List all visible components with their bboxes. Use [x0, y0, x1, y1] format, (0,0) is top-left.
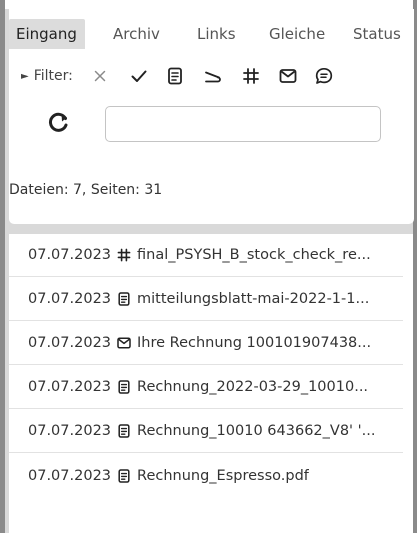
file-name: Rechnung_Espresso.pdf [137, 467, 309, 484]
file-date: 07.07.2023 [28, 379, 112, 395]
tab-status[interactable]: Status [353, 19, 401, 49]
file-date: 07.07.2023 [28, 291, 112, 307]
document-icon [118, 468, 130, 483]
mail-icon[interactable] [278, 66, 298, 86]
file-name: Rechnung_10010 643662_V8' '... [137, 423, 376, 439]
file-row[interactable]: 07.07.2023 final_PSYSH_B_stock_check_re.… [9, 234, 403, 277]
mail-icon [117, 337, 131, 349]
tab-gleiche[interactable]: Gleiche [269, 19, 325, 49]
tab-eingang[interactable]: Eingang [9, 19, 85, 49]
triangle-right-icon: ► [21, 71, 29, 82]
chat-icon[interactable] [314, 66, 334, 86]
file-row[interactable]: 07.07.2023 Rechnung_Espresso.pdf [9, 454, 403, 497]
filter-bar: ► Filter: [9, 61, 414, 91]
document-icon [118, 292, 130, 306]
file-name: mitteilungsblatt-mai-2022-1-1... [137, 291, 370, 307]
clear-icon[interactable] [90, 66, 110, 86]
file-list: 07.07.2023 final_PSYSH_B_stock_check_re.… [9, 234, 413, 533]
file-row[interactable]: 07.07.2023 mitteilungsblatt-mai-2022-1-1… [9, 278, 403, 321]
refresh-icon[interactable] [46, 109, 72, 135]
filter-toggle[interactable]: ► Filter: [21, 61, 73, 93]
file-date: 07.07.2023 [28, 335, 112, 351]
file-name: Rechnung_2022-03-29_10010... [137, 379, 369, 395]
file-name: final_PSYSH_B_stock_check_re... [137, 247, 371, 263]
check-icon[interactable] [129, 66, 149, 86]
inbox-panel: Eingang Archiv Links Gleiche Status ► Fil… [9, 9, 414, 224]
file-row[interactable]: 07.07.2023 Rechnung_10010 643662_V8' '..… [9, 410, 403, 453]
file-row[interactable]: 07.07.2023 Ihre Rechnung 100101907438... [9, 322, 403, 365]
search-input[interactable] [105, 106, 381, 142]
tab-links[interactable]: Links [197, 19, 236, 49]
file-date: 07.07.2023 [28, 247, 112, 263]
window-top-strip [0, 0, 417, 9]
document-icon[interactable] [165, 66, 185, 86]
scan-icon[interactable] [203, 66, 223, 86]
document-icon [118, 380, 130, 394]
tab-bar: Eingang Archiv Links Gleiche Status [9, 19, 414, 49]
window-border-left [0, 0, 5, 533]
filter-label: Filter: [33, 68, 73, 84]
tab-archiv[interactable]: Archiv [113, 19, 160, 49]
file-date: 07.07.2023 [28, 467, 112, 484]
document-icon [118, 424, 130, 438]
file-row[interactable]: 07.07.2023 Rechnung_2022-03-29_10010... [9, 366, 403, 409]
file-stats: Dateien: 7, Seiten: 31 [9, 182, 163, 198]
grid-icon[interactable] [241, 66, 261, 86]
file-date: 07.07.2023 [28, 423, 112, 439]
grid-icon [117, 248, 131, 262]
file-name: Ihre Rechnung 100101907438... [137, 335, 372, 351]
